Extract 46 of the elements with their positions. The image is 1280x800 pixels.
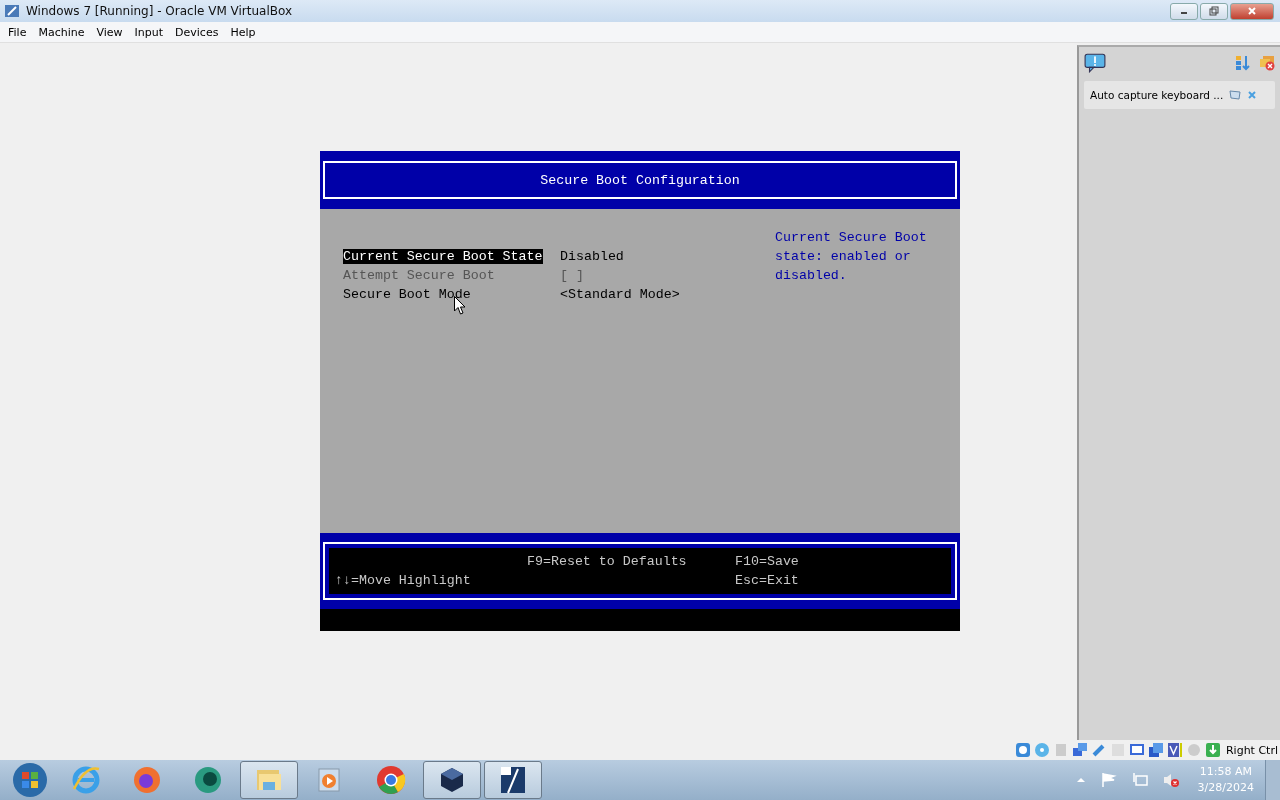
taskbar-button[interactable]: [423, 761, 481, 799]
show-desktop-button[interactable]: [1265, 760, 1280, 800]
speaker-muted-icon[interactable]: [1162, 772, 1179, 788]
display-icon[interactable]: [1128, 742, 1145, 758]
close-icon[interactable]: [1247, 90, 1258, 100]
menu-item[interactable]: Input: [128, 25, 170, 39]
notification-text: Auto capture keyboard ...: [1090, 89, 1224, 101]
close-button[interactable]: [1230, 2, 1274, 20]
setting-value[interactable]: Disabled: [560, 247, 624, 266]
setting-label[interactable]: Current Secure Boot State: [343, 249, 543, 264]
dismiss-all-icon[interactable]: [1259, 55, 1275, 71]
sphere-app-icon: [193, 765, 223, 795]
fox-browser-icon: [132, 765, 162, 795]
host-key-label: Right Ctrl: [1225, 743, 1278, 757]
arrow-down-icon[interactable]: [1204, 742, 1221, 758]
vt-icon[interactable]: [1166, 742, 1183, 758]
os-box-icon: [498, 765, 528, 795]
menu-item[interactable]: Help: [224, 25, 262, 39]
key-hint: F10=Save: [735, 553, 800, 571]
app-icon: [4, 3, 20, 19]
chrome-icon: [376, 765, 406, 795]
setting-value[interactable]: <Standard Mode>: [560, 285, 680, 304]
browser-e-icon: [71, 765, 101, 795]
mouse-cursor-icon: [454, 296, 466, 315]
help-text: Current Secure Boot state: enabled or disabled.: [775, 229, 928, 285]
bios-title: Secure Boot Configuration: [540, 171, 740, 190]
menu-item[interactable]: File: [2, 25, 33, 39]
setting-label[interactable]: Secure Boot Mode: [343, 287, 471, 302]
restore-button[interactable]: [1200, 2, 1228, 20]
key-hint: Esc=Exit: [735, 572, 800, 590]
menu-item[interactable]: Machine: [32, 25, 91, 39]
message-icon[interactable]: [1084, 53, 1106, 73]
key-hint: ↑↓=Move Highlight: [335, 572, 472, 590]
flag-icon[interactable]: [1100, 772, 1117, 788]
close-icon: [1247, 6, 1257, 16]
sort-icon[interactable]: [1235, 55, 1251, 71]
key-hint: F9=Reset to Defaults: [527, 553, 688, 571]
windows-orb-icon: [12, 762, 48, 798]
taskbar-button[interactable]: [484, 761, 542, 799]
window-title: Windows 7 [Running] - Oracle VM VirtualBox: [26, 4, 293, 18]
restore-icon: [1209, 6, 1219, 16]
disc-icon[interactable]: [1033, 742, 1050, 758]
minimize-button[interactable]: [1170, 2, 1198, 20]
menu-item[interactable]: Devices: [169, 25, 225, 39]
tray-expand-icon[interactable]: [1075, 775, 1086, 785]
menu-item[interactable]: View: [90, 25, 129, 39]
